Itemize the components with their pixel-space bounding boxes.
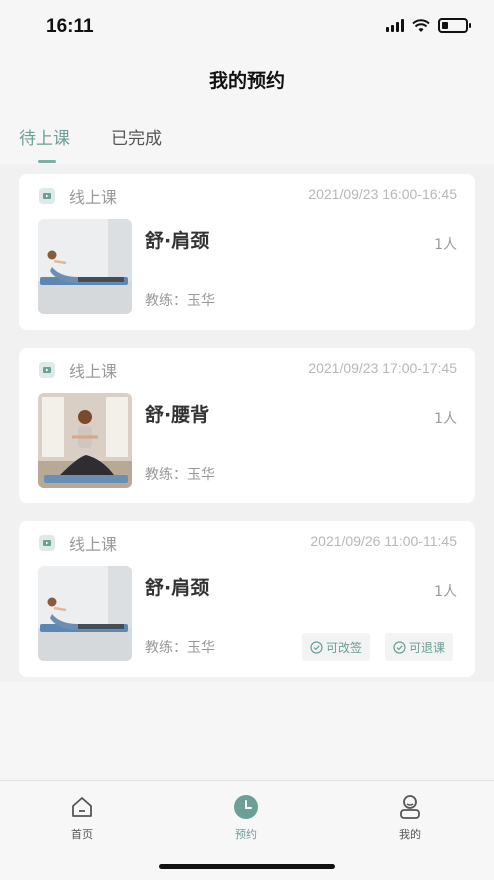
wifi-icon <box>412 18 430 32</box>
category-label: 线上课 <box>69 362 118 381</box>
cancel-class-label: 可退课 <box>409 640 446 655</box>
people-count: 1人 <box>434 237 457 253</box>
battery-level <box>442 22 448 29</box>
card-header: 线上课 <box>39 184 117 208</box>
tabbar-home-label: 首页 <box>71 828 93 841</box>
yoga-pose-seated-twist-icon <box>38 393 132 488</box>
video-class-icon <box>39 188 55 204</box>
reschedule-label: 可改签 <box>326 640 363 655</box>
home-indicator <box>159 864 335 869</box>
page-title: 我的预约 <box>208 70 285 92</box>
status-bar: 16:11 <box>0 0 494 54</box>
tabbar-booking[interactable]: 预约 <box>216 793 276 842</box>
home-icon <box>52 793 112 821</box>
status-icons <box>386 18 471 33</box>
category-label: 线上课 <box>69 535 118 554</box>
yoga-pose-lying-icon <box>38 566 132 661</box>
tab-upcoming[interactable]: 待上课 <box>19 124 70 149</box>
coach-name: 教练：玉华 <box>145 293 215 309</box>
course-name: 舒·腰背 <box>145 404 210 426</box>
tabbar-mine-label: 我的 <box>399 828 421 841</box>
booking-time: 2021/09/23 16:00-16:45 <box>308 186 457 202</box>
booking-time: 2021/09/26 11:00-11:45 <box>310 533 457 549</box>
card-header: 线上课 <box>39 358 117 382</box>
people-count: 1人 <box>434 584 457 600</box>
signal-icon <box>386 19 404 32</box>
booking-card[interactable]: 线上课 2021/09/26 11:00-11:45 舒·肩颈 1人 教练：玉华… <box>19 521 475 677</box>
booking-time: 2021/09/23 17:00-17:45 <box>308 360 457 376</box>
reschedule-button[interactable]: 可改签 <box>302 633 371 661</box>
category-label: 线上课 <box>69 188 118 207</box>
check-circle-icon <box>310 640 323 654</box>
user-icon <box>380 793 440 821</box>
tab-completed[interactable]: 已完成 <box>111 124 162 149</box>
battery-icon <box>438 18 471 33</box>
coach-name: 教练：玉华 <box>145 467 215 483</box>
course-name: 舒·肩颈 <box>145 577 210 599</box>
booking-card[interactable]: 线上课 2021/09/23 16:00-16:45 舒·肩颈 1人 教练：玉华 <box>19 174 475 330</box>
tabbar-booking-label: 预约 <box>235 828 257 841</box>
tab-bar: 待上课 已完成 <box>0 118 494 164</box>
cancel-class-button[interactable]: 可退课 <box>385 633 454 661</box>
clock-icon <box>216 793 276 821</box>
tabbar-mine[interactable]: 我的 <box>380 793 440 842</box>
check-circle-icon <box>393 640 406 654</box>
tab-active-indicator <box>38 160 56 163</box>
status-time: 16:11 <box>46 16 94 37</box>
booking-card[interactable]: 线上课 2021/09/23 17:00-17:45 舒·腰背 1人 教练：玉华 <box>19 348 475 503</box>
course-name: 舒·肩颈 <box>145 230 210 252</box>
card-header: 线上课 <box>39 531 117 555</box>
coach-name: 教练：玉华 <box>145 640 215 656</box>
people-count: 1人 <box>434 411 457 427</box>
video-class-icon <box>39 362 55 378</box>
video-class-icon <box>39 535 55 551</box>
tabbar-home[interactable]: 首页 <box>52 793 112 842</box>
booking-list: 线上课 2021/09/23 16:00-16:45 舒·肩颈 1人 教练：玉华 <box>0 164 494 682</box>
yoga-pose-lying-icon <box>38 219 132 314</box>
